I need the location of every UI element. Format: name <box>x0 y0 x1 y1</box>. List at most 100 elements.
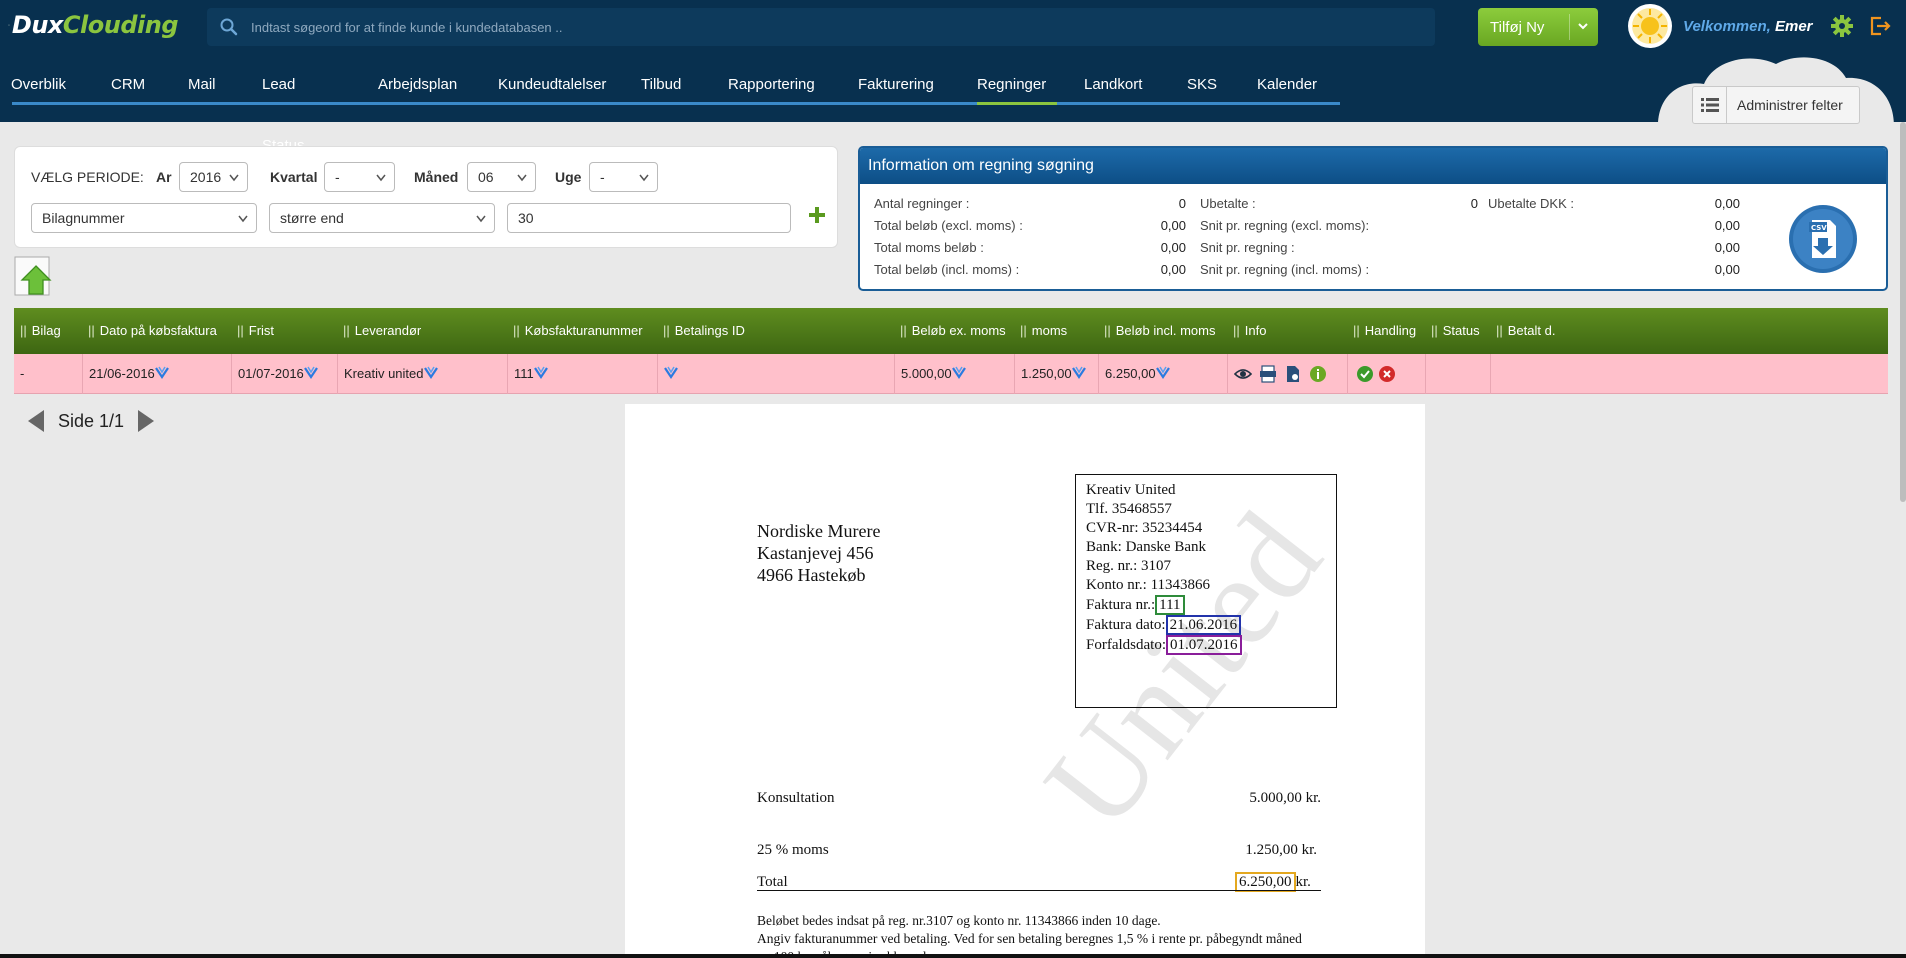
info-icon[interactable] <box>1309 365 1327 383</box>
main-nav: Overblik CRM Mail Lead Status Arbejdsplan Kun… <box>0 54 1906 154</box>
operator-select[interactable]: større end <box>269 203 495 233</box>
info-label: Total beløb (incl. moms) : <box>874 262 1020 277</box>
filter-panel: VÆLG PERIODE: Ar 2016 Kvartal - Måned 06… <box>14 146 838 248</box>
search-bar[interactable] <box>207 8 1435 46</box>
info-value: 0 <box>1470 196 1478 211</box>
due-date-highlight: 01.07.2016 <box>1166 635 1242 655</box>
info-value: 0,00 <box>1714 262 1740 277</box>
column-header-handling[interactable]: Handling <box>1347 308 1425 354</box>
nav-item-kundeudtalelser[interactable]: Kundeudtalelser <box>498 54 617 104</box>
vat-label: 25 % moms <box>757 842 829 858</box>
csv-download-icon[interactable]: CSV <box>1788 204 1858 274</box>
nav-underline <box>12 102 1340 105</box>
prev-page-icon[interactable] <box>26 408 46 434</box>
cell-info-actions <box>1227 354 1347 394</box>
column-header-k-bsfakturanummer[interactable]: Købsfakturanummer <box>507 308 657 354</box>
info-value: 0,00 <box>1160 240 1186 255</box>
period-label: VÆLG PERIODE: <box>31 169 144 185</box>
month-select[interactable]: 06 <box>467 162 536 192</box>
add-new-button[interactable]: Tilføj Ny <box>1478 8 1598 46</box>
csv-text: CSV <box>1811 224 1827 232</box>
table-row[interactable]: - 21/06-2016 01/07-2016 Kreativ united 111 5.… <box>14 354 1888 394</box>
info-label: Snit pr. regning : <box>1200 240 1295 255</box>
page-scrollbar[interactable] <box>1900 122 1906 502</box>
nav-item-kalender[interactable]: Kalender <box>1257 54 1328 104</box>
top-bar: DuxClouding Tilføj Ny Velkommen, Emer <box>0 0 1906 54</box>
week-select[interactable]: - <box>589 162 658 192</box>
cell-belob_incl: 6.250,00 <box>1098 354 1227 394</box>
nav-item-fakturering[interactable]: Fakturering <box>858 54 945 104</box>
cell-moms: 1.250,00 <box>1014 354 1098 394</box>
reject-icon[interactable] <box>1378 365 1396 383</box>
invoice-date-highlight: 21.06.2016 <box>1165 615 1242 635</box>
info-label: Snit pr. regning (excl. moms): <box>1200 218 1370 233</box>
nav-item-arbejdsplan[interactable]: Arbejdsplan <box>378 54 468 104</box>
total-label: Total <box>757 874 788 890</box>
chevron-down-icon <box>238 215 248 223</box>
approve-icon[interactable] <box>1356 365 1374 383</box>
column-header-bilag[interactable]: Bilag <box>14 308 82 354</box>
welcome-text: Velkommen, Emer <box>1683 18 1813 35</box>
column-header-bel-b-incl-moms[interactable]: Beløb incl. moms <box>1098 308 1227 354</box>
chevron-down-icon <box>476 215 486 223</box>
filter-icon[interactable] <box>533 365 548 379</box>
column-header-betalt-d-[interactable]: Betalt d. <box>1490 308 1888 354</box>
filter-icon[interactable] <box>154 365 169 379</box>
avatar[interactable] <box>1628 4 1672 48</box>
document-icon[interactable] <box>1284 365 1302 383</box>
week-label: Uge <box>555 169 582 185</box>
info-label: Snit pr. regning (incl. moms) : <box>1200 262 1370 277</box>
search-input[interactable] <box>251 19 1401 35</box>
column-header-leverand-r[interactable]: Leverandør <box>337 308 507 354</box>
invoice-number-highlight: 111 <box>1155 595 1185 615</box>
chevron-down-icon <box>1578 23 1588 30</box>
invoice-search-info-panel: Information om regning søgning Antal reg… <box>858 146 1888 291</box>
add-filter-icon[interactable] <box>808 206 826 224</box>
quarter-select[interactable]: - <box>324 162 395 192</box>
user-name: Emer <box>1774 18 1813 35</box>
nav-item-sks[interactable]: SKS <box>1187 54 1228 104</box>
column-header-status[interactable]: Status <box>1425 308 1490 354</box>
info-label: Total moms beløb : <box>874 240 984 255</box>
column-header-info[interactable]: Info <box>1227 308 1347 354</box>
cell-leverandor: Kreativ united <box>337 354 507 394</box>
filter-icon[interactable] <box>1155 365 1170 379</box>
column-header-moms[interactable]: moms <box>1014 308 1098 354</box>
nav-item-rapportering[interactable]: Rapportering <box>728 54 826 104</box>
next-page-icon[interactable] <box>136 408 156 434</box>
cell-text: 6.250,00 <box>1105 366 1156 381</box>
nav-item-mail[interactable]: Mail <box>188 54 227 104</box>
column-header-bel-b-ex-moms[interactable]: Beløb ex. moms <box>894 308 1014 354</box>
year-select[interactable]: 2016 <box>179 162 248 192</box>
logo[interactable]: DuxClouding <box>8 8 179 42</box>
table-header: BilagDato på købsfakturaFristLeverandørK… <box>14 308 1888 354</box>
pdf-icon[interactable] <box>1259 365 1277 383</box>
filter-icon[interactable] <box>664 365 678 379</box>
criteria-input[interactable]: 30 <box>507 203 791 233</box>
upload-icon[interactable] <box>14 256 56 298</box>
filter-icon[interactable] <box>303 365 318 379</box>
logout-icon[interactable] <box>1868 14 1892 38</box>
filter-icon[interactable] <box>951 365 966 379</box>
nav-item-landkort[interactable]: Landkort <box>1084 54 1153 104</box>
gear-icon[interactable] <box>1830 14 1854 38</box>
line-item-label: Konsultation <box>757 790 835 806</box>
list-icon <box>1693 87 1727 123</box>
nav-item-overblik[interactable]: Overblik <box>11 54 77 104</box>
nav-item-tilbud[interactable]: Tilbud <box>641 54 692 104</box>
filter-icon[interactable] <box>1071 365 1086 379</box>
cell-text: 01/07-2016 <box>238 366 304 381</box>
total-highlight: 6.250,00 <box>1235 872 1296 892</box>
filter-icon[interactable] <box>423 365 438 379</box>
column-header-frist[interactable]: Frist <box>231 308 337 354</box>
nav-item-regninger[interactable]: Regninger <box>977 54 1058 105</box>
manage-fields-button[interactable]: Administrer felter <box>1692 86 1860 124</box>
total-underline <box>757 890 1321 891</box>
nav-item-lead-status[interactable]: Lead Status <box>262 54 316 154</box>
cell-text: - <box>20 366 25 381</box>
eye-icon[interactable] <box>1234 365 1252 383</box>
info-label: Ubetalte : <box>1200 196 1256 211</box>
field-select[interactable]: Bilagnummer <box>31 203 257 233</box>
column-header-betalings-id[interactable]: Betalings ID <box>657 308 894 354</box>
nav-item-crm[interactable]: CRM <box>111 54 156 104</box>
